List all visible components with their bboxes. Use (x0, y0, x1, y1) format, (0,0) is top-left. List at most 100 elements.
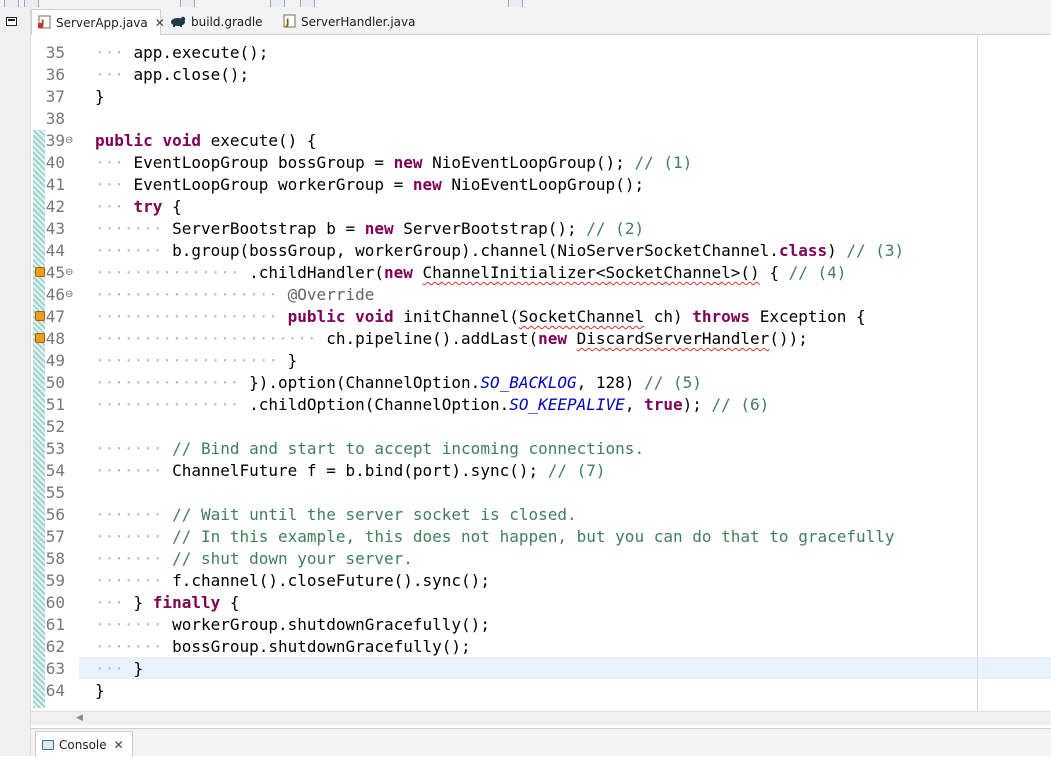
code-text: ··· app.close(); (95, 64, 249, 86)
fold-toggle-icon[interactable]: ⊖ (65, 130, 73, 152)
code-token: NioEventLoopGroup(); (441, 175, 645, 194)
code-line[interactable]: 42 ··· try { (31, 196, 1051, 218)
code-token: SocketChannel (518, 307, 645, 326)
search-icon[interactable] (270, 0, 285, 7)
whitespace-marker: ··············· (95, 263, 250, 282)
tab-build-gradle[interactable]: build.gradle (164, 9, 274, 35)
line-number: 51 (45, 395, 65, 414)
whitespace-marker: ··· (95, 65, 134, 84)
code-text: ······· // In this example, this does no… (95, 526, 895, 548)
code-line[interactable]: 45 ⊖ ··············· .childHandler(new Cha… (31, 262, 1051, 284)
code-token: EventLoopGroup bossGroup = (133, 153, 394, 172)
tab-serverapp-java[interactable]: J ServerApp.java ✕ (31, 9, 165, 36)
restore-view-icon[interactable] (6, 17, 17, 26)
whitespace-marker: ······· (95, 615, 173, 634)
code-token: @Override (287, 285, 375, 304)
whitespace-marker: ······· (95, 505, 173, 524)
save-icon[interactable] (4, 0, 19, 7)
code-line[interactable]: 52 (31, 416, 1051, 438)
nav-icon[interactable] (300, 0, 315, 7)
fold-toggle-icon[interactable]: ⊖ (65, 262, 73, 284)
whitespace-marker: ··················· (95, 307, 288, 326)
code-token: SO_BACKLOG (480, 373, 577, 392)
code-token: ch.pipeline().addLast( (326, 329, 539, 348)
code-line[interactable]: 49 ··················· } (31, 350, 1051, 372)
code-line[interactable]: 53 ······· // Bind and start to accept in… (31, 438, 1051, 460)
line-number: 64 (45, 681, 65, 700)
code-text: ··· EventLoopGroup bossGroup = new NioEv… (95, 152, 692, 174)
history-icon[interactable] (508, 0, 523, 7)
code-token: Exception { (750, 307, 866, 326)
line-number: 45 (45, 263, 65, 282)
code-token: workerGroup.shutdownGracefully(); (172, 615, 490, 634)
tab-label: Console (59, 737, 107, 752)
code-token: ); (682, 395, 712, 414)
code-line[interactable]: 64} (31, 680, 1051, 702)
close-icon[interactable]: ✕ (114, 738, 124, 752)
code-line[interactable]: 44 ······· b.group(bossGroup, workerGroup… (31, 240, 1051, 262)
code-line[interactable]: 62 ······· bossGroup.shutdownGracefully()… (31, 636, 1051, 658)
code-line[interactable]: 63 ··· } (31, 658, 1051, 680)
code-line[interactable]: 54 ······· ChannelFuture f = b.bind(port)… (31, 460, 1051, 482)
whitespace-marker: ······· (95, 549, 173, 568)
code-line[interactable]: 61 ······· workerGroup.shutdownGracefully… (31, 614, 1051, 636)
code-token: finally (152, 593, 221, 612)
code-line[interactable]: 56 ······· // Wait until the server socke… (31, 504, 1051, 526)
code-text: ··· app.execute(); (95, 42, 268, 64)
print-icon[interactable] (24, 0, 39, 7)
whitespace-marker: ··· (95, 153, 134, 172)
line-number: 37 (45, 87, 65, 106)
line-number: 50 (45, 373, 65, 392)
code-line[interactable]: 57 ······· // In this example, this does … (31, 526, 1051, 548)
line-number: 53 (45, 439, 65, 458)
warning-marker-icon[interactable] (35, 311, 45, 321)
whitespace-marker: ······· (95, 571, 173, 590)
tab-serverhandler-java[interactable]: J ServerHandler.java (277, 9, 417, 35)
code-token: } (133, 593, 153, 612)
code-line[interactable]: 46 ⊖ ··················· @Override (31, 284, 1051, 306)
code-token: class (778, 241, 828, 260)
scroll-left-icon[interactable]: ◀ (76, 713, 83, 723)
code-line[interactable]: 43 ······· ServerBootstrap b = new Server… (31, 218, 1051, 240)
code-line[interactable]: 51 ··············· .childOption(ChannelOp… (31, 394, 1051, 416)
line-number: 61 (45, 615, 65, 634)
code-token: , (624, 395, 645, 414)
code-line[interactable]: 40 ··· EventLoopGroup bossGroup = new Nio… (31, 152, 1051, 174)
code-text: ······· ChannelFuture f = b.bind(port).s… (95, 460, 606, 482)
code-text: ······· f.channel().closeFuture().sync()… (95, 570, 490, 592)
code-line[interactable]: 36 ··· app.close(); (31, 64, 1051, 86)
fold-toggle-icon[interactable]: ⊖ (65, 284, 73, 306)
code-line[interactable]: 50 ··············· }).option(ChannelOptio… (31, 372, 1051, 394)
code-line[interactable]: 60 ··· } finally { (31, 592, 1051, 614)
code-line[interactable]: 41 ··· EventLoopGroup workerGroup = new N… (31, 174, 1051, 196)
code-line[interactable]: 58 ······· // shut down your server. (31, 548, 1051, 570)
line-number: 54 (45, 461, 65, 480)
code-line[interactable]: 48 ······················· ch.pipeline().… (31, 328, 1051, 350)
toolbar (0, 0, 1051, 7)
code-token: bossGroup.shutdownGracefully(); (172, 637, 471, 656)
code-line[interactable]: 39 ⊖ public void execute() { (31, 130, 1051, 152)
tab-console[interactable]: Console ✕ (35, 731, 133, 757)
code-token: ServerBootstrap(); (393, 219, 587, 238)
code-token: .childHandler( (249, 263, 384, 282)
code-line[interactable]: 35 ··· app.execute(); (31, 42, 1051, 64)
warning-marker-icon[interactable] (35, 267, 45, 277)
code-token: void (355, 307, 394, 326)
code-text: ······· // Wait until the server socket … (95, 504, 577, 526)
code-token: ChannelFuture f = b.bind(port).sync(); (172, 461, 548, 480)
horizontal-scrollbar[interactable]: ◀ (31, 711, 1051, 725)
line-number: 40 (45, 153, 65, 172)
code-line[interactable]: 55 (31, 482, 1051, 504)
code-token: // (4) (788, 263, 847, 282)
code-editor[interactable]: 35 ··· app.execute(); 36 ··· app.close(); 37… (31, 35, 1051, 711)
code-line[interactable]: 37} (31, 86, 1051, 108)
code-line[interactable]: 59 ······· f.channel().closeFuture().sync… (31, 570, 1051, 592)
code-line[interactable]: 38 (31, 108, 1051, 130)
code-line[interactable]: 47 ··················· public void initCh… (31, 306, 1051, 328)
warning-marker-icon[interactable] (35, 333, 45, 343)
code-text: ··················· @Override (95, 284, 374, 306)
code-token: public (287, 307, 346, 326)
debug-icon[interactable] (180, 0, 195, 7)
line-number: 43 (45, 219, 65, 238)
